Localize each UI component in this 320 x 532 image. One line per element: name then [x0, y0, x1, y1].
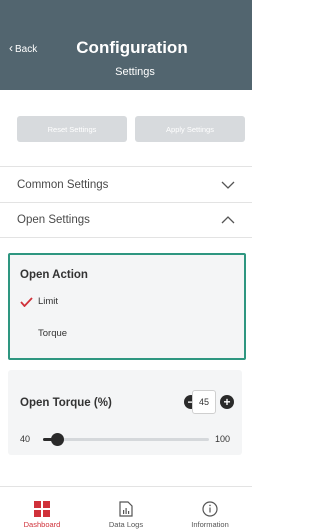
torque-slider[interactable]	[43, 433, 209, 446]
tab-dashboard[interactable]: Dashboard	[0, 487, 84, 532]
open-settings-row[interactable]: Open Settings	[0, 202, 252, 238]
option-label: Limit	[38, 296, 59, 307]
dashboard-icon	[34, 501, 50, 517]
tab-label: Dashboard	[23, 520, 61, 529]
chevron-down-icon	[221, 181, 235, 189]
open-torque-card: Open Torque (%) − 45 + 40 100	[8, 370, 242, 455]
page-subtitle: Settings	[115, 66, 155, 78]
tab-label: Data Logs	[108, 520, 144, 529]
open-settings-label: Open Settings	[17, 214, 90, 226]
torque-value-field[interactable]: 45	[192, 390, 216, 414]
open-action-title: Open Action	[20, 269, 88, 281]
header-bar: ‹ Back Configuration Settings	[0, 0, 252, 90]
slider-thumb[interactable]	[50, 433, 64, 446]
chevron-up-icon	[221, 216, 235, 224]
checkmark-icon	[20, 296, 33, 307]
bottom-tab-bar: Dashboard Data Logs Information	[0, 486, 252, 532]
slider-min-label: 40	[20, 434, 31, 444]
tab-label: Information	[191, 520, 229, 529]
increment-button[interactable]: +	[220, 395, 234, 409]
apply-settings-button[interactable]: Apply Settings	[135, 116, 245, 142]
open-action-panel: Open Action Limit Torque	[8, 253, 246, 360]
open-action-option-limit[interactable]: Limit	[20, 296, 58, 307]
common-settings-label: Common Settings	[17, 178, 109, 191]
open-action-option-torque[interactable]: Torque	[38, 328, 67, 339]
common-settings-row[interactable]: Common Settings	[0, 166, 252, 202]
tab-data-logs[interactable]: Data Logs	[84, 487, 168, 532]
page-title: Configuration	[76, 38, 188, 57]
slider-max-label: 100	[215, 434, 231, 444]
info-icon	[202, 501, 218, 517]
tab-information[interactable]: Information	[168, 487, 252, 532]
option-label: Torque	[38, 328, 68, 339]
reset-settings-button[interactable]: Reset Settings	[17, 116, 127, 142]
data-logs-icon	[119, 501, 133, 517]
open-torque-title: Open Torque (%)	[20, 397, 112, 409]
